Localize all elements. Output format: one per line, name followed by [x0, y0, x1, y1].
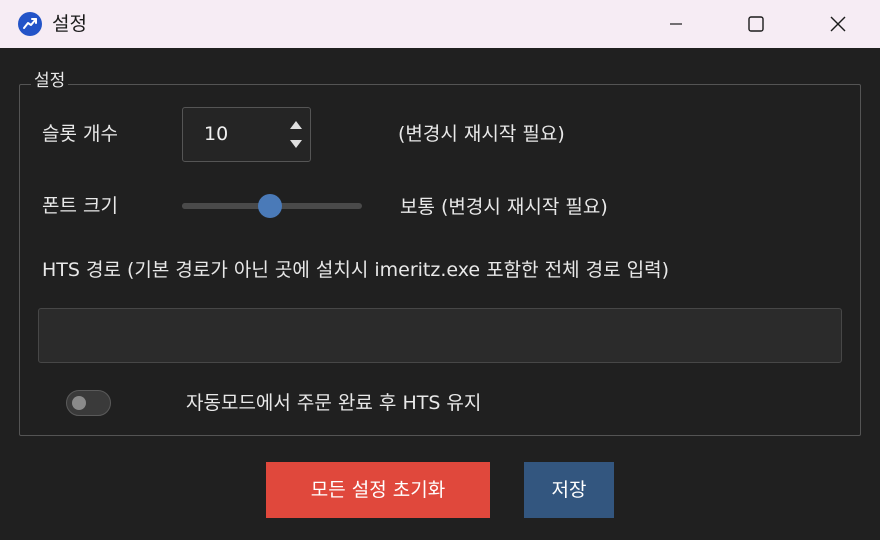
save-button[interactable]: 저장: [524, 462, 614, 518]
spin-down-arrow-icon[interactable]: [287, 134, 305, 154]
minimize-button[interactable]: [636, 0, 716, 48]
slot-count-label: 슬롯 개수: [42, 123, 118, 145]
hts-path-input[interactable]: [38, 308, 842, 363]
keep-hts-toggle[interactable]: [66, 390, 111, 416]
close-button[interactable]: [798, 0, 878, 48]
trend-chart-icon: [18, 12, 42, 36]
hts-path-label: HTS 경로 (기본 경로가 아닌 곳에 설치시 imeritz.exe 포함한…: [42, 259, 669, 281]
keep-hts-label: 자동모드에서 주문 완료 후 HTS 유지: [186, 392, 482, 414]
font-size-value: 보통 (변경시 재시작 필요): [400, 196, 608, 218]
slider-fill: [182, 203, 271, 209]
maximize-icon: [748, 16, 764, 32]
toggle-knob: [72, 396, 86, 410]
minimize-icon: [670, 23, 682, 25]
settings-group-title: 설정: [31, 68, 69, 94]
close-icon: [830, 16, 846, 32]
slot-count-value: 10: [204, 123, 229, 145]
slot-count-note: (변경시 재시작 필요): [398, 123, 565, 145]
reset-all-settings-button[interactable]: 모든 설정 초기화: [266, 462, 490, 518]
spin-up-arrow-icon[interactable]: [287, 115, 305, 135]
window-title: 설정: [52, 13, 87, 35]
slot-count-spinbox[interactable]: 10: [182, 107, 311, 162]
font-size-label: 폰트 크기: [42, 195, 118, 217]
title-bar: 설정: [0, 0, 880, 48]
maximize-button[interactable]: [716, 0, 796, 48]
font-size-slider[interactable]: [182, 194, 362, 218]
slider-thumb[interactable]: [258, 194, 283, 218]
